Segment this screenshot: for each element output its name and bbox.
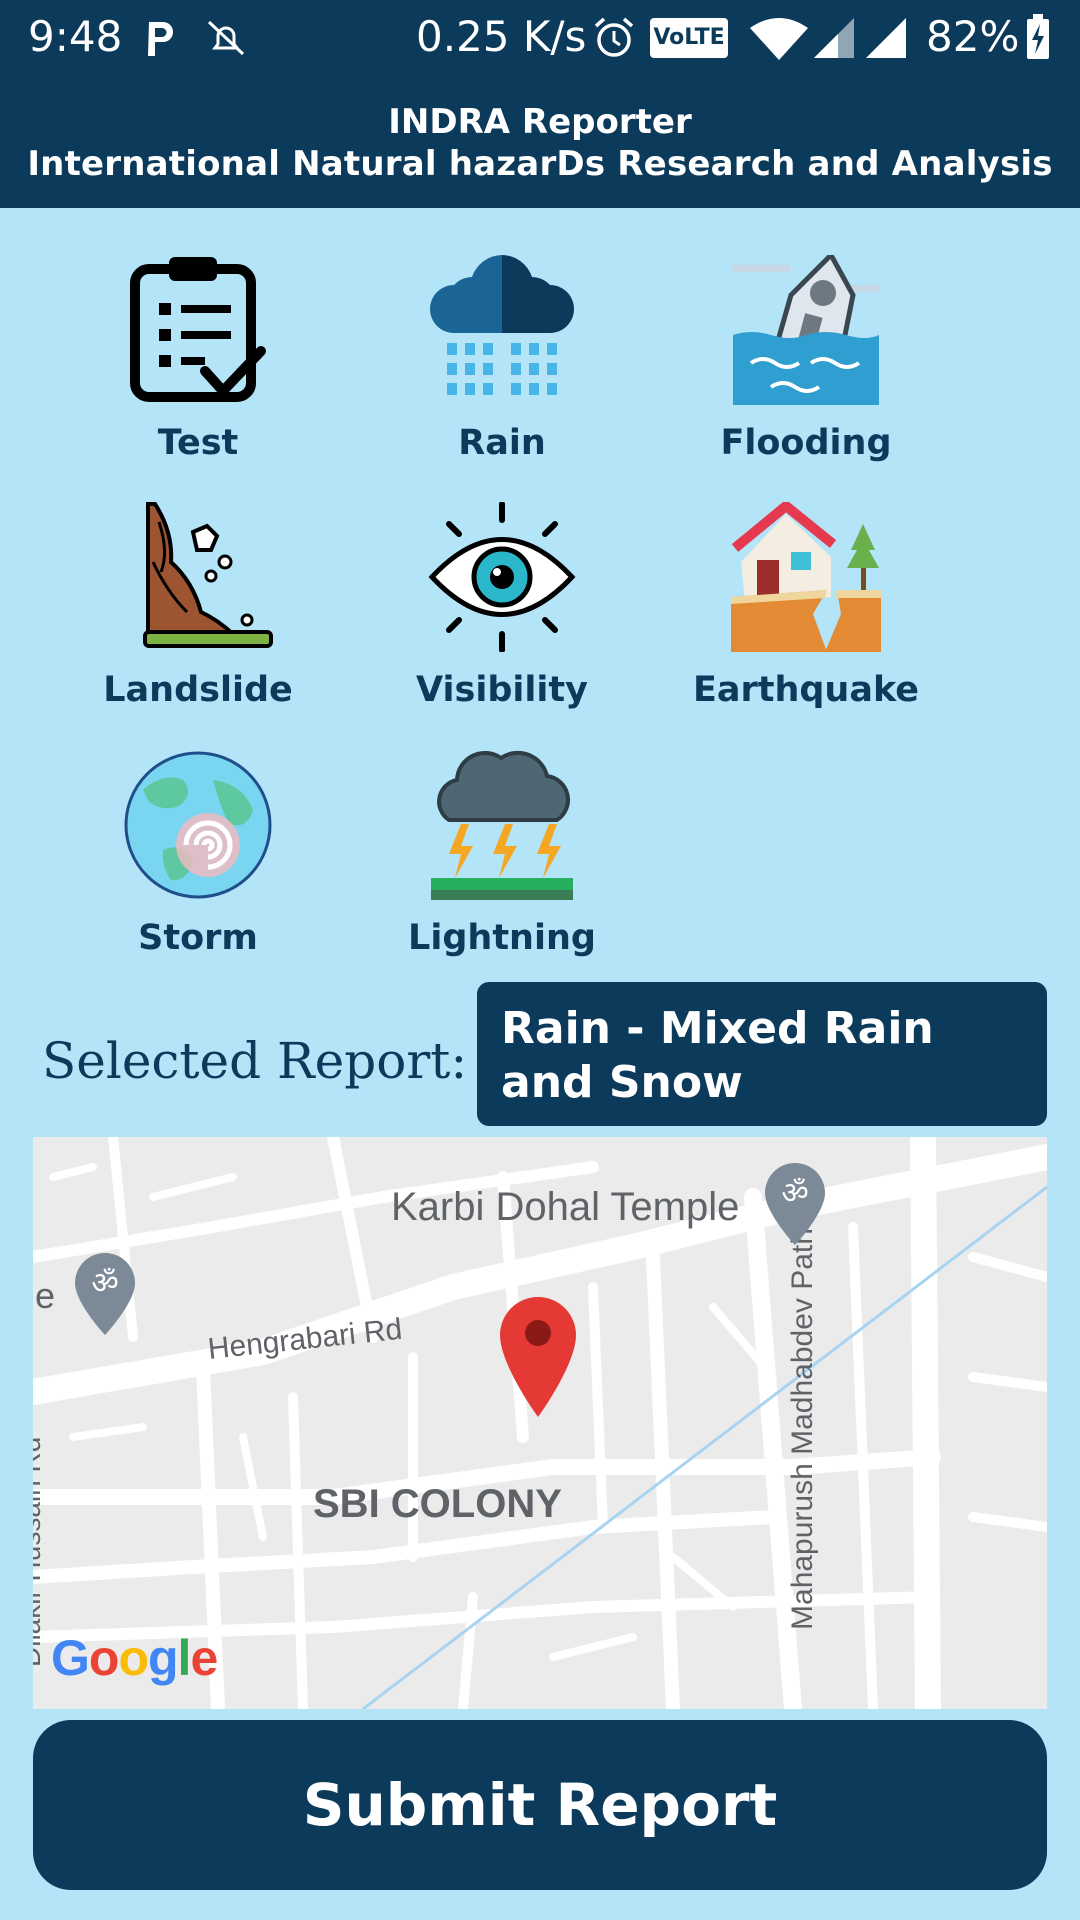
alarm-icon xyxy=(594,17,634,57)
road-label-mahapurush: Mahapurush Madhabdev Path xyxy=(786,1228,819,1630)
hazard-label: Landslide xyxy=(103,670,293,710)
poi-karbi-dohal-temple[interactable]: Karbi Dohal Temple xyxy=(391,1185,739,1230)
signal-icon xyxy=(814,18,854,58)
hazard-test[interactable]: Test xyxy=(48,255,348,485)
hazard-label: Test xyxy=(157,423,239,463)
map-view[interactable]: Karbi Dohal Temple Hengrabari Rd SBI COL… xyxy=(33,1137,1047,1709)
battery-percent: 82% xyxy=(926,12,1020,61)
hazard-lightning[interactable]: Lightning xyxy=(352,750,652,980)
notifications-off-icon xyxy=(207,20,245,56)
earthquake-house-icon xyxy=(731,502,881,652)
road-label-hussain: Dilakir Hussain Rd xyxy=(33,1436,46,1667)
status-time: 9:48 xyxy=(28,12,123,61)
hazard-storm[interactable]: Storm xyxy=(48,750,348,980)
status-bar: 9:48 0.25 K/s VoLTE 82% xyxy=(0,0,1080,78)
rain-cloud-icon xyxy=(430,255,574,395)
temple-pin-icon[interactable]: ॐ xyxy=(763,1161,827,1247)
google-logo: Google xyxy=(51,1630,218,1686)
lightning-cloud-icon xyxy=(431,750,573,900)
app-title: INDRA Reporter xyxy=(388,102,692,142)
flooded-house-icon xyxy=(731,255,881,405)
hazard-label: Earthquake xyxy=(692,670,920,710)
poi-label-partial: le xyxy=(33,1275,56,1316)
temple-pin-icon[interactable]: ॐ xyxy=(73,1251,137,1337)
hazard-label: Storm xyxy=(138,918,258,958)
hazard-label: Lightning xyxy=(408,918,596,958)
clipboard-checklist-icon xyxy=(130,257,266,402)
selected-report-value[interactable]: Rain - Mixed Rain and Snow xyxy=(477,982,1047,1126)
eye-icon xyxy=(428,502,576,652)
parking-p-icon xyxy=(148,22,173,56)
selected-report-label: Selected Report: xyxy=(42,1032,468,1090)
signal-icon xyxy=(866,18,906,58)
network-speed: 0.25 K/s xyxy=(416,12,587,61)
hazard-label: Flooding xyxy=(720,423,892,463)
hazard-landslide[interactable]: Landslide xyxy=(48,502,348,732)
area-label-sbi-colony: SBI COLONY xyxy=(313,1482,562,1526)
cyclone-globe-icon xyxy=(124,751,272,899)
hazard-label: Rain xyxy=(458,423,546,463)
app-header: INDRA Reporter International Natural haz… xyxy=(0,78,1080,208)
svg-text:ॐ: ॐ xyxy=(781,1176,808,1211)
battery-charging-icon xyxy=(1027,14,1049,59)
hazard-earthquake[interactable]: Earthquake xyxy=(656,502,956,732)
hazard-label: Visibility xyxy=(416,670,588,710)
volte-icon: VoLTE xyxy=(650,18,728,58)
svg-text:ॐ: ॐ xyxy=(91,1266,118,1301)
location-pin-icon[interactable] xyxy=(498,1295,578,1419)
landslide-icon xyxy=(143,502,273,648)
hazard-rain[interactable]: Rain xyxy=(352,255,652,485)
app-subtitle: International Natural hazarDs Research a… xyxy=(27,144,1053,184)
submit-report-button[interactable]: Submit Report xyxy=(33,1720,1047,1890)
wifi-icon xyxy=(750,18,808,60)
hazard-visibility[interactable]: Visibility xyxy=(352,502,652,732)
hazard-flooding[interactable]: Flooding xyxy=(656,255,956,485)
